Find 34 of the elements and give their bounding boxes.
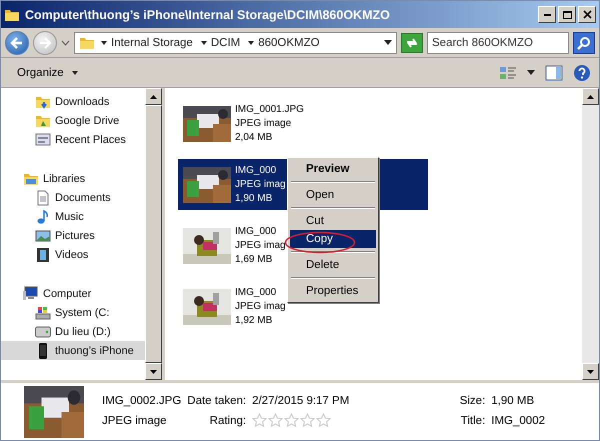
file-type: JPEG imag (235, 300, 286, 314)
nav-label: Recent Places (55, 134, 126, 146)
nav-label: Computer (43, 288, 92, 300)
title-value: IMG_0002 (491, 414, 545, 426)
file-type: JPEG imag (235, 178, 286, 192)
nav-label: Videos (55, 248, 88, 260)
file-size: 2,04 MB (235, 130, 274, 144)
file-type: JPEG image (102, 414, 168, 426)
date-value: 2/27/2015 9:17 PM (252, 395, 350, 407)
file-type: JPEG imag (235, 238, 286, 252)
nav-label: Music (55, 210, 84, 222)
nav-label: Documents (55, 192, 111, 204)
file-name: IMG_0002.JPG (102, 395, 182, 407)
field-label: Date taken: (187, 395, 246, 407)
field-label: Size: (458, 395, 486, 407)
window-title: Computer\thuong’s iPhone\Internal Storage\DCIM\860OKMZO (25, 8, 391, 22)
nav-label: thuong’s iPhone (55, 344, 134, 356)
file-size: 1,90 MB (235, 192, 274, 206)
size-value: 1,90 MB (491, 395, 536, 407)
file-name: IMG_0001.JPG (235, 102, 304, 116)
file-size: 1,69 MB (235, 252, 274, 266)
file-size: 1,92 MB (235, 314, 274, 328)
nav-label: Downloads (55, 96, 110, 108)
file-type: JPEG image (235, 116, 292, 130)
file-name: IMG_000 (235, 164, 278, 178)
field-label: Rating: (208, 414, 246, 426)
nav-label: System (C: (55, 306, 110, 318)
nav-label: Google Drive (55, 114, 120, 126)
nav-label: Libraries (43, 172, 86, 184)
field-label: Title: (460, 414, 486, 426)
file-name: IMG_000 (235, 224, 278, 238)
file-name: IMG_000 (235, 286, 278, 300)
nav-label: Du lieu (D:) (55, 326, 111, 338)
nav-label: Pictures (55, 230, 95, 242)
